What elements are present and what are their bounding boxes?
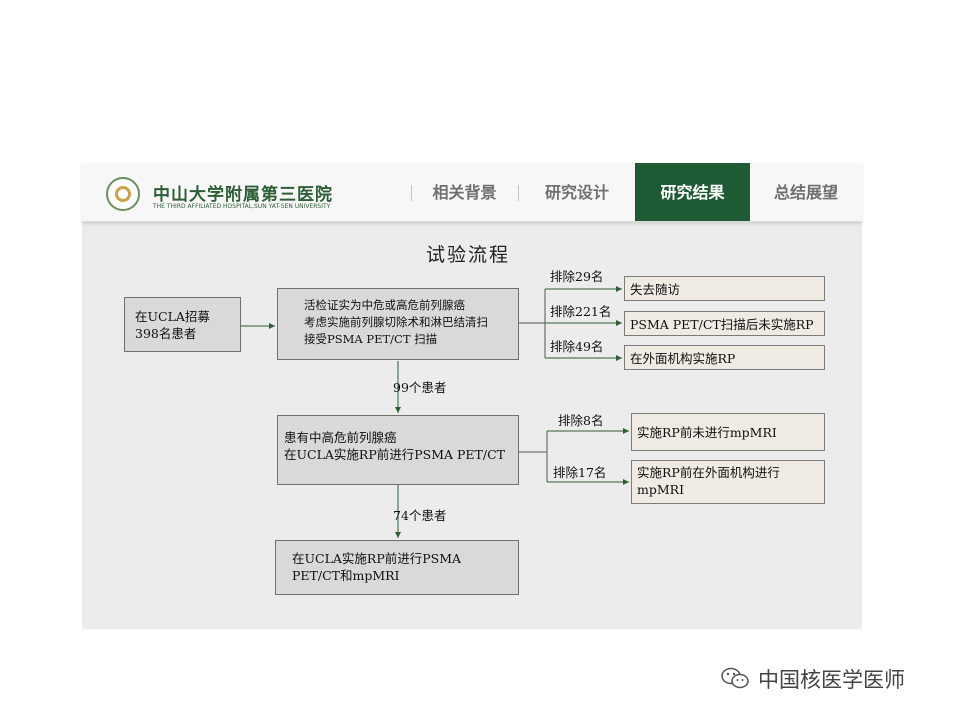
node-recruit-line: 在UCLA招募 <box>135 309 210 324</box>
edge-label-ex1: 排除29名 <box>550 269 604 284</box>
edge-label-to-final: 74个患者 <box>393 508 447 523</box>
node-exclusion-no-rp: PSMA PET/CT扫描后未实施RP <box>624 311 825 336</box>
watermark-text: 中国核医学医师 <box>758 668 905 692</box>
node-biopsy-line: 考虑实施前列腺切除术和淋巴结清扫 <box>304 315 488 329</box>
node-stage2-line: 在UCLA实施RP前进行PSMA PET/CT <box>284 447 506 462</box>
node-final: 在UCLA实施RP前进行PSMA PET/CT和mpMRI <box>275 540 519 595</box>
edge-label-to-stage2: 99个患者 <box>393 380 447 395</box>
edge-label-ex4: 排除8名 <box>558 413 604 428</box>
node-ex5-line: mpMRI <box>637 482 685 497</box>
node-stage2-line: 患有中高危前列腺癌 <box>284 430 397 445</box>
node-final-line: 在UCLA实施RP前进行PSMA <box>292 551 462 566</box>
node-recruit: 在UCLA招募 398名患者 <box>124 297 241 352</box>
wechat-icon <box>721 667 749 689</box>
node-exclusion-no-mpmri: 实施RP前未进行mpMRI <box>631 413 825 451</box>
node-ex5-line: 实施RP前在外面机构进行 <box>637 465 780 480</box>
node-final-line: PET/CT和mpMRI <box>292 568 400 583</box>
node-biopsy-line: 活检证实为中危或高危前列腺癌 <box>304 298 465 312</box>
node-biopsy-line: 接受PSMA PET/CT 扫描 <box>304 332 438 346</box>
node-exclusion-outside-rp: 在外面机构实施RP <box>624 345 825 370</box>
node-exclusion-outside-mpmri: 实施RP前在外面机构进行 mpMRI <box>631 460 825 504</box>
node-ex4-line: 实施RP前未进行mpMRI <box>637 425 777 440</box>
node-biopsy: 活检证实为中危或高危前列腺癌 考虑实施前列腺切除术和淋巴结清扫 接受PSMA P… <box>277 288 519 360</box>
node-exclusion-lost-followup: 失去随访 <box>624 276 825 301</box>
node-recruit-line: 398名患者 <box>135 326 197 341</box>
node-ex2-line: PSMA PET/CT扫描后未实施RP <box>630 317 814 332</box>
edge-label-ex5: 排除17名 <box>553 465 607 480</box>
node-stage2: 患有中高危前列腺癌 在UCLA实施RP前进行PSMA PET/CT <box>277 415 519 485</box>
slide: 中山大学附属第三医院 THE THIRD AFFILIATED HOSPITAL… <box>82 163 862 629</box>
edge-label-ex3: 排除49名 <box>550 339 604 354</box>
node-ex1-line: 失去随访 <box>630 282 681 297</box>
edge-label-ex2: 排除221名 <box>550 304 612 319</box>
node-ex3-line: 在外面机构实施RP <box>630 351 736 366</box>
